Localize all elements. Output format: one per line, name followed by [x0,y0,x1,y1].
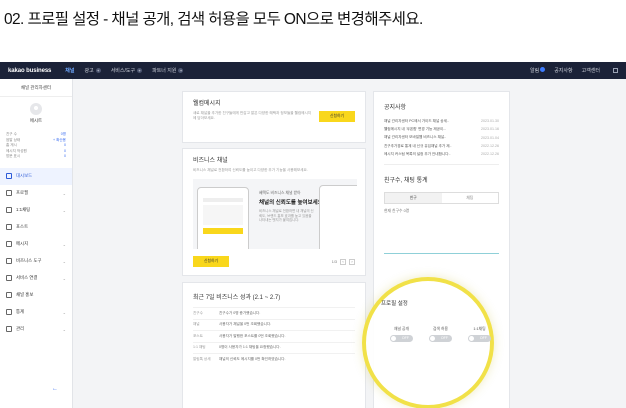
tools-icon [6,258,12,265]
list-item[interactable]: 채널 관리자센터 모바일웹 비즈니스 채널.. 2023.01.04 [384,134,499,142]
list-item[interactable]: 채널 관리자센터 PC에서 가이드 채널 상세.. 2023.01.30 [384,117,499,125]
sidebar-item-biz-tools[interactable]: 비즈니스 도구 ⌄ [0,253,72,270]
performance-title: 최근 7일 비즈니스 성과 (2.1 ~ 2.7) [193,295,281,301]
list-item[interactable]: 메시지 커스텀 목록의 설정 추가 안내합니다.. 2022.12.26 [384,150,499,158]
pager: 1/3 ‹ › [332,259,355,265]
list-item[interactable]: 웰컴메시지 내 '쿠폰함' 변경 기능 제공이... 2023.01.16 [384,125,499,133]
sidebar-item-post[interactable]: 포스트 [0,219,72,236]
profile-settings-title: 프로필 설정 [381,301,408,307]
sidebar-item-dashboard[interactable]: 대시보드 [0,167,72,185]
nav-ads[interactable]: 광고 + [85,67,101,74]
sidebar-item-service-link[interactable]: 서비스 연결 ⌄ [0,270,72,287]
sidebar-item-message[interactable]: 메시지 ⌄ [0,236,72,253]
nav-notice[interactable]: 공지사항 [554,67,572,74]
chevron-down-icon: ⌄ [62,207,66,213]
app-window: kakao business 채널 광고 + 서비스/도구 + 파트너 지원 + 알림… [0,62,626,408]
stats-chart [384,218,499,255]
nav-partner[interactable]: 파트너 지원 + [152,67,184,74]
brand-logo[interactable]: kakao business [8,68,51,74]
phone-illustration-2 [319,185,357,249]
chart-icon [6,309,12,316]
avatar [30,103,42,115]
sidebar-item-profile[interactable]: 프로필 ⌄ [0,185,72,202]
app-grid-icon[interactable] [613,68,618,73]
chevron-down-icon: ⌄ [62,275,66,281]
biz-channel-card: 비즈니스 채널 비즈니스 채널로 전환하여 신뢰도를 높이고 다양한 추가 기능… [182,148,366,276]
megaphone-icon [6,292,12,299]
tab-friends[interactable]: 친구 [385,193,442,204]
nav-channel[interactable]: 채널 [65,67,74,74]
sidebar-item-promo[interactable]: 채널 홍보 [0,287,72,304]
sidebar-item-manage[interactable]: 관리 ⌄ [0,321,72,338]
link-icon [6,275,12,282]
biz-channel-text: 비즈니스 채널로 전환하여 신뢰도를 높이고 다양한 추가 기능을 사용해보세요… [193,168,308,172]
post-icon [6,224,12,231]
sidebar-profile[interactable]: 에시트 [0,97,72,124]
message-icon [6,241,12,248]
sidebar-item-chat[interactable]: 1:1채팅 ⌄ [0,202,72,219]
promo-big: 채널의 신뢰도를 높여보세요! [259,200,325,206]
welcome-text: 새로 채널을 추가한 친구들에게 반갑고 알은 다양한 혜택과 정보들을 웰컴메… [193,111,312,120]
table-row: 1:1 채팅 0명이 사용자가 1:1 채팅을 요청했습니다. [193,341,355,354]
stat-row: 방문 표시 0 [6,154,66,159]
table-row: 친구수 친구수가 0명 증가했습니다. [193,307,355,319]
toggle-chat[interactable]: 1:1채팅 OFF [468,327,491,342]
profile-icon [6,190,12,197]
sidebar: 채널 관리자센터 에시트 친구 수 0명 쌈알 상태 + 확산용 홈 게시 0 메시지… [0,79,73,408]
chevron-down-icon: ⌄ [62,241,66,247]
sidebar-title: 채널 관리자센터 [0,79,72,97]
sidebar-item-stats[interactable]: 통계 ⌄ [0,304,72,321]
promo-small: 혜택도 비즈니스 채널 받아 [259,191,301,195]
prev-arrow-icon[interactable]: ‹ [340,259,346,265]
chevron-down-icon: ⌄ [62,258,66,264]
welcome-apply-button[interactable]: 신청하기 [319,111,355,122]
alarm-badge-icon [540,67,546,72]
chat-switch[interactable]: OFF [468,335,491,342]
table-row: 알림톡 상세 채널의 신뢰도 메시지를 0번 확인하였습니다. [193,353,355,365]
collapse-arrow-icon[interactable]: ← [52,386,58,392]
nav-support[interactable]: 고객센터 [582,67,600,74]
chevron-down-icon: ⌄ [62,326,66,332]
highlight-ring [362,277,494,408]
plus-icon: + [178,68,184,73]
welcome-card: 웰컴메시지 새로 채널을 추가한 친구들에게 반갑고 알은 다양한 혜택과 정보… [182,91,366,143]
sidebar-stats: 친구 수 0명 쌈알 상태 + 확산용 홈 게시 0 메시지 작성원 0 방문 표시 0 [0,124,72,162]
notice-title: 공지사항 [384,105,407,111]
friend-count: 현재 친구수 0명 [384,209,410,214]
nav-services[interactable]: 서비스/도구 + [111,67,143,74]
gear-icon [6,326,12,333]
chat-icon [6,207,12,214]
tab-chat[interactable]: 채팅 [442,193,499,203]
biz-channel-title: 비즈니스 채널 [193,158,228,164]
top-navigation: kakao business 채널 광고 + 서비스/도구 + 파트너 지원 + 알림… [0,62,626,79]
phone-illustration [197,187,249,249]
list-item[interactable]: 친구추가경로 통계 내 신규 유입채널 추가 제.. 2022.12.26 [384,142,499,150]
channel-public-switch[interactable]: OFF [390,335,413,342]
chevron-down-icon: ⌄ [62,190,66,196]
plus-icon: + [95,68,101,73]
promo-desc: 비즈니스 채널로 전환하면 내 채널의 신뢰도, 브랜드 홍보 효과를 높고 있… [259,209,314,223]
performance-card: 최근 7일 비즈니스 성과 (2.1 ~ 2.7) 친구수 친구수가 0명 증가했… [182,282,366,408]
dashboard-icon [6,173,12,180]
welcome-title: 웰컴메시지 [193,101,221,107]
friend-stats-title: 친구수, 채팅 통계 [384,178,428,185]
plus-icon: + [137,68,143,73]
sidebar-menu: 대시보드 프로필 ⌄ 1:1채팅 ⌄ 포스트 메시지 ⌄ 비즈니스 도구 ⌄ 서비스 연… [0,167,72,338]
table-row: 채널 사용자가 채널을 0번 조회했습니다. [193,318,355,331]
promo-banner: 혜택도 비즈니스 채널 받아 채널의 신뢰도를 높여보세요! 비즈니스 채널로 … [193,179,357,249]
chevron-down-icon: ⌄ [62,309,66,315]
table-row: 포스트 사용자가 발행한 포스트를 0번 조회했습니다. [193,330,355,342]
nav-alarm[interactable]: 알림 [530,67,546,74]
friend-stats-tabs: 친구 채팅 [384,192,499,205]
toggle-search-allow[interactable]: 검색 허용 OFF [429,327,452,342]
biz-apply-button[interactable]: 신청하기 [193,256,229,267]
search-allow-switch[interactable]: OFF [429,335,452,342]
instruction-heading: 02. 프로필 설정 - 채널 공개, 검색 허용을 모두 ON으로 변경해주세… [4,11,423,28]
next-arrow-icon[interactable]: › [349,259,355,265]
toggle-channel-public[interactable]: 채널 공개 OFF [390,327,413,342]
